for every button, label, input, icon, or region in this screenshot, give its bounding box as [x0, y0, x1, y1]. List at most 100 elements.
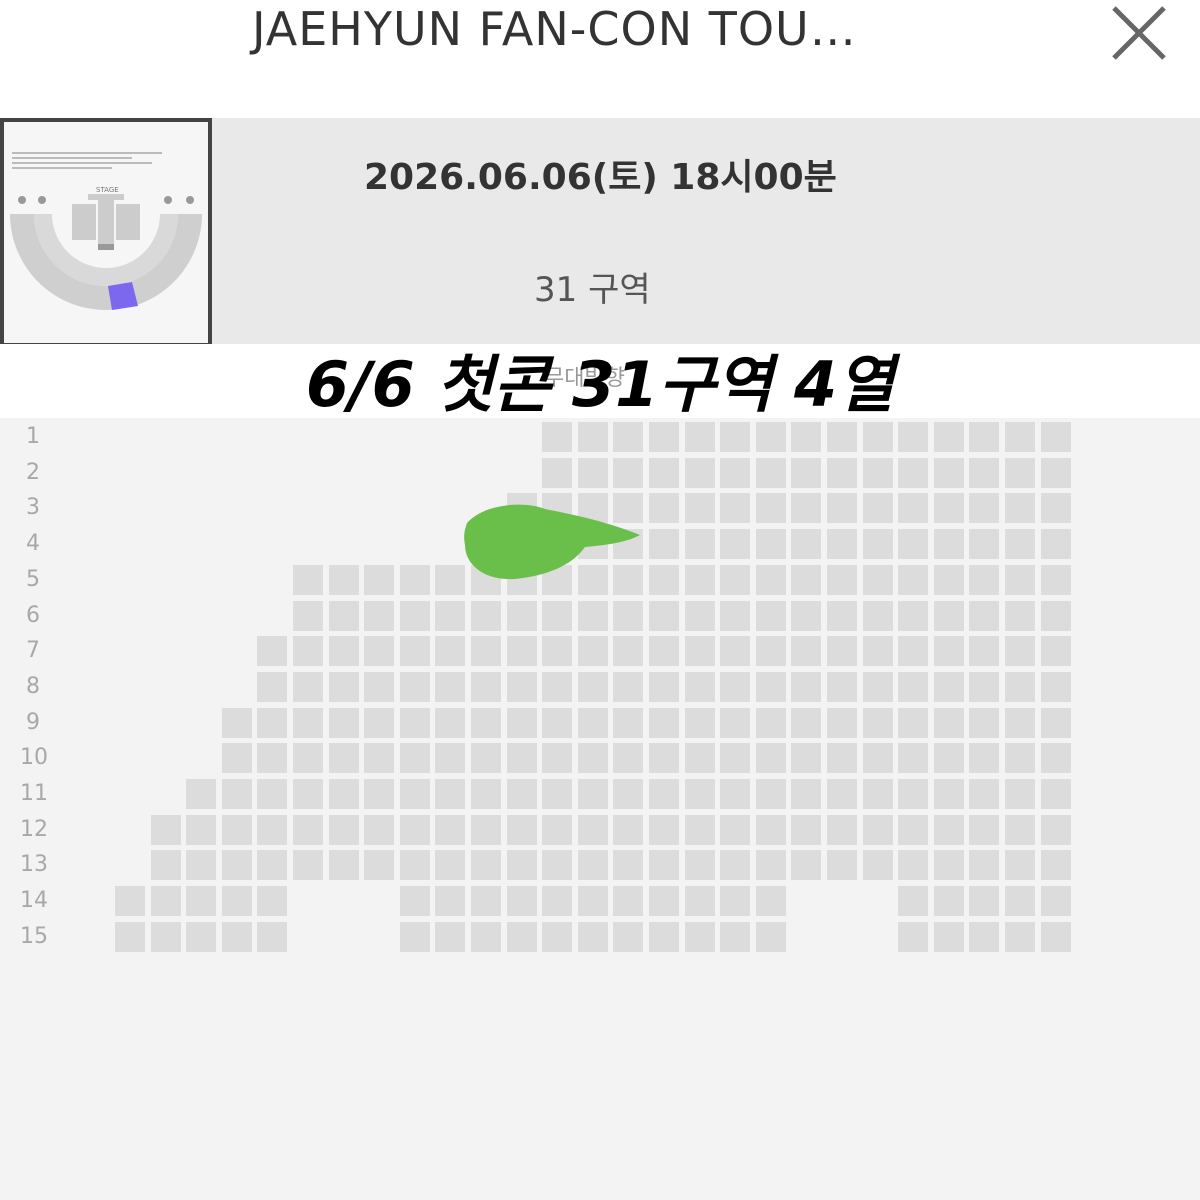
- seat[interactable]: [257, 743, 288, 774]
- seat[interactable]: [791, 457, 822, 488]
- seat[interactable]: [720, 422, 751, 452]
- seat[interactable]: [1005, 886, 1035, 917]
- seat[interactable]: [827, 529, 857, 560]
- seat[interactable]: [720, 743, 751, 774]
- seat[interactable]: [933, 886, 964, 917]
- seat[interactable]: [577, 493, 608, 524]
- seat[interactable]: [969, 886, 1000, 917]
- seat[interactable]: [933, 921, 964, 952]
- seat[interactable]: [755, 921, 786, 952]
- seat[interactable]: [471, 779, 501, 809]
- seat[interactable]: [1005, 493, 1035, 524]
- seat[interactable]: [969, 707, 1000, 738]
- close-icon[interactable]: [1108, 2, 1170, 64]
- seat[interactable]: [399, 850, 430, 881]
- seat[interactable]: [933, 707, 964, 738]
- seat[interactable]: [257, 814, 288, 845]
- seat[interactable]: [649, 850, 679, 881]
- seat[interactable]: [755, 707, 786, 738]
- seat[interactable]: [399, 921, 430, 952]
- seat[interactable]: [827, 779, 857, 809]
- seat[interactable]: [1005, 422, 1035, 452]
- seat[interactable]: [791, 850, 822, 881]
- seat[interactable]: [1005, 814, 1035, 845]
- seat[interactable]: [791, 671, 822, 702]
- seat[interactable]: [613, 707, 644, 738]
- seat[interactable]: [257, 671, 288, 702]
- seat[interactable]: [542, 707, 573, 738]
- seat[interactable]: [150, 850, 181, 881]
- seat[interactable]: [898, 921, 929, 952]
- seat[interactable]: [257, 850, 288, 881]
- seat[interactable]: [221, 707, 252, 738]
- seat[interactable]: [613, 850, 644, 881]
- seat[interactable]: [328, 600, 359, 631]
- seat[interactable]: [898, 600, 929, 631]
- seat[interactable]: [649, 636, 679, 667]
- seat[interactable]: [542, 564, 573, 595]
- seat[interactable]: [506, 886, 537, 917]
- seat[interactable]: [577, 600, 608, 631]
- seat[interactable]: [542, 886, 573, 917]
- seat[interactable]: [613, 457, 644, 488]
- seat[interactable]: [399, 779, 430, 809]
- seat[interactable]: [399, 707, 430, 738]
- seat[interactable]: [435, 921, 466, 952]
- seat[interactable]: [399, 814, 430, 845]
- seat[interactable]: [471, 636, 501, 667]
- seat[interactable]: [364, 779, 395, 809]
- seat[interactable]: [1040, 671, 1071, 702]
- seat[interactable]: [791, 743, 822, 774]
- seat[interactable]: [364, 707, 395, 738]
- seat[interactable]: [186, 814, 217, 845]
- seat[interactable]: [293, 779, 323, 809]
- seat[interactable]: [898, 743, 929, 774]
- seat[interactable]: [542, 743, 573, 774]
- seat[interactable]: [862, 814, 893, 845]
- seat[interactable]: [720, 493, 751, 524]
- seat[interactable]: [577, 814, 608, 845]
- seat[interactable]: [1040, 814, 1071, 845]
- seat[interactable]: [1040, 886, 1071, 917]
- seat[interactable]: [1040, 564, 1071, 595]
- seat[interactable]: [649, 457, 679, 488]
- seat[interactable]: [328, 779, 359, 809]
- seat[interactable]: [933, 493, 964, 524]
- seat[interactable]: [506, 493, 537, 524]
- seat[interactable]: [969, 671, 1000, 702]
- seat[interactable]: [649, 779, 679, 809]
- seat[interactable]: [827, 493, 857, 524]
- seat[interactable]: [542, 422, 573, 452]
- seat[interactable]: [471, 671, 501, 702]
- seat[interactable]: [791, 422, 822, 452]
- seat[interactable]: [506, 850, 537, 881]
- seat[interactable]: [933, 457, 964, 488]
- seat[interactable]: [898, 671, 929, 702]
- seat[interactable]: [257, 779, 288, 809]
- seat[interactable]: [755, 564, 786, 595]
- seat[interactable]: [364, 564, 395, 595]
- seat[interactable]: [186, 779, 217, 809]
- seat[interactable]: [542, 457, 573, 488]
- seat[interactable]: [862, 779, 893, 809]
- seat[interactable]: [186, 850, 217, 881]
- seat[interactable]: [542, 529, 573, 560]
- seat[interactable]: [791, 636, 822, 667]
- seat[interactable]: [684, 422, 715, 452]
- seat[interactable]: [684, 600, 715, 631]
- seat[interactable]: [293, 707, 323, 738]
- seat[interactable]: [933, 850, 964, 881]
- seat[interactable]: [542, 814, 573, 845]
- seat[interactable]: [969, 564, 1000, 595]
- seat[interactable]: [827, 814, 857, 845]
- seat[interactable]: [827, 600, 857, 631]
- seat[interactable]: [577, 707, 608, 738]
- seat[interactable]: [257, 636, 288, 667]
- seat[interactable]: [1040, 493, 1071, 524]
- seat[interactable]: [471, 850, 501, 881]
- seat[interactable]: [969, 600, 1000, 631]
- seat[interactable]: [328, 707, 359, 738]
- seat[interactable]: [221, 886, 252, 917]
- seat[interactable]: [755, 600, 786, 631]
- seat[interactable]: [827, 636, 857, 667]
